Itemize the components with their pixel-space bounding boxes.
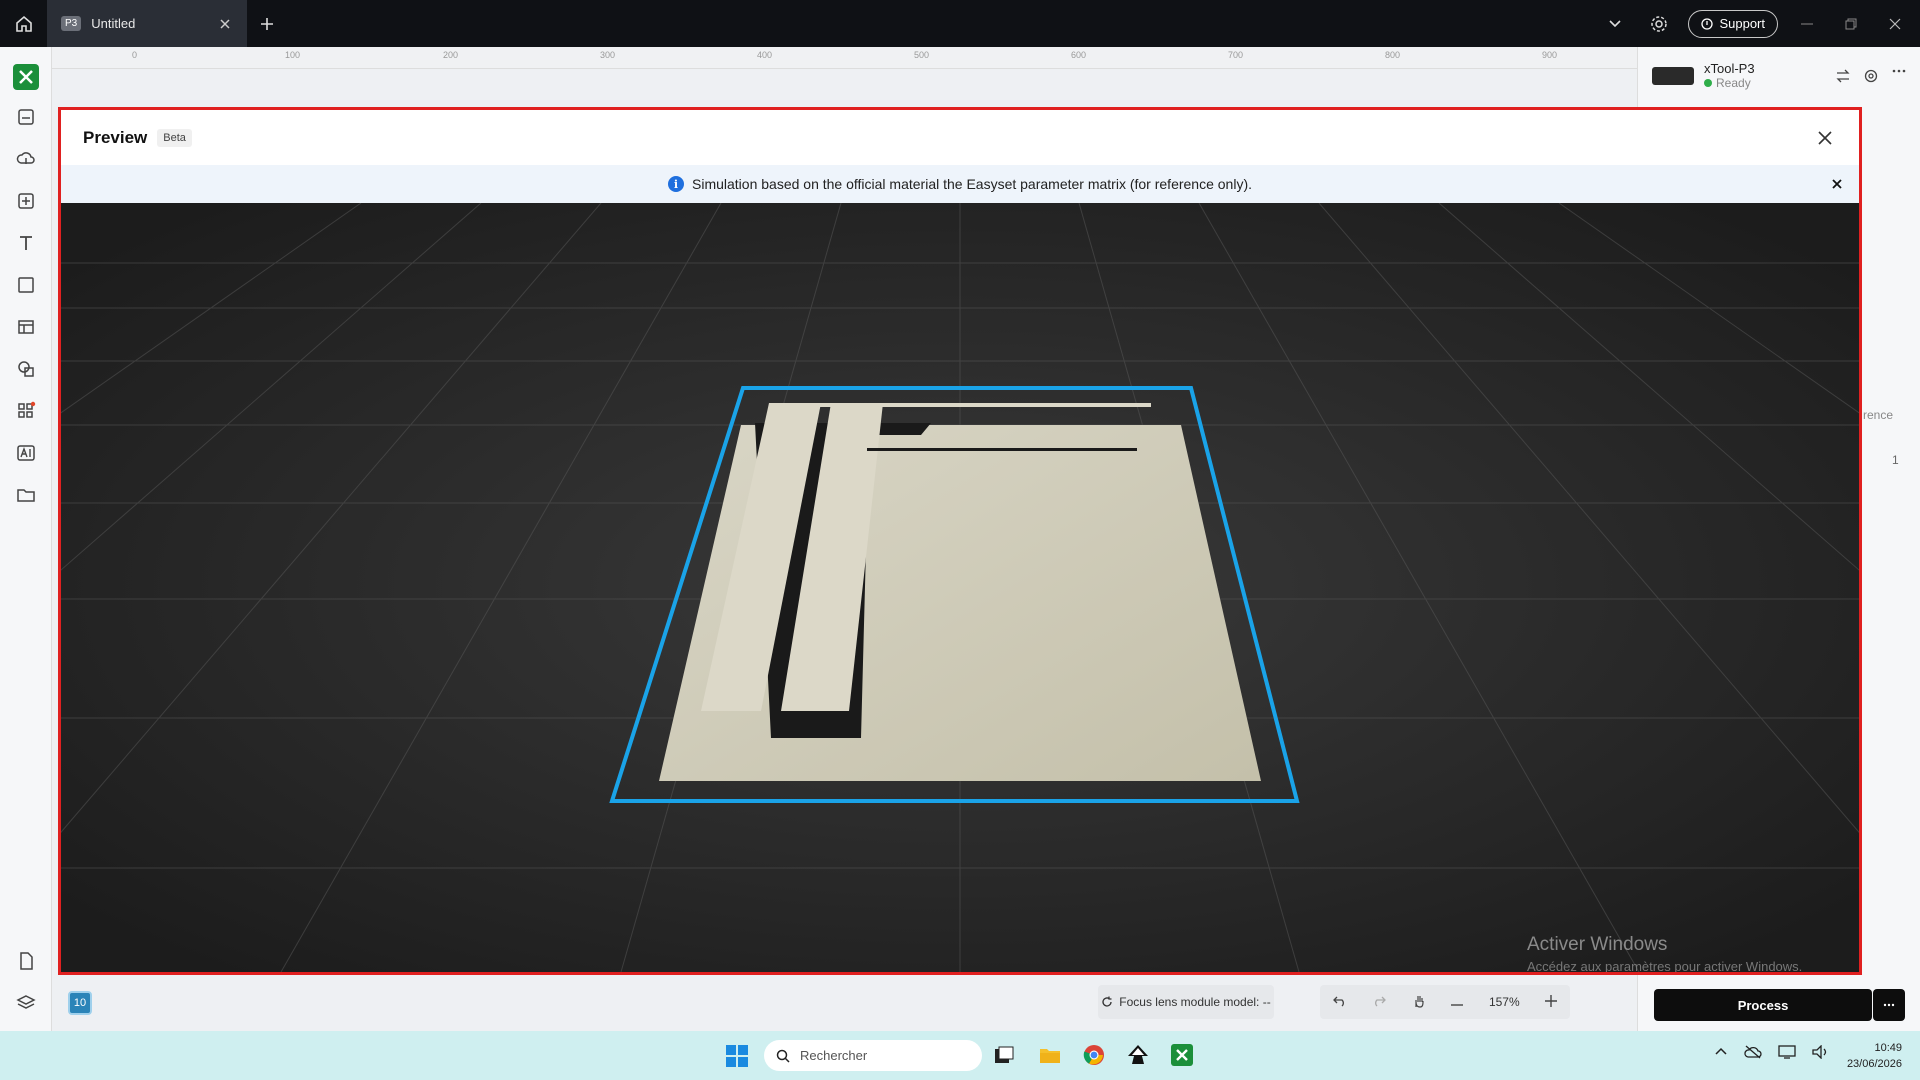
ruler-tick: 500 [914, 50, 930, 60]
ruler-tick: 600 [1071, 50, 1087, 60]
left-toolbar [0, 47, 52, 1031]
more-icon [1883, 1003, 1895, 1007]
dialog-title: Preview [83, 127, 148, 147]
ruler-tick: 900 [1542, 50, 1558, 60]
zoom-out-icon[interactable] [1451, 995, 1464, 1009]
windows-activation-title: Activer Windows [1527, 934, 1668, 955]
search-placeholder: Rechercher [800, 1048, 868, 1063]
clock-time: 10:49 [1874, 1042, 1902, 1054]
task-view-icon[interactable] [992, 1043, 1016, 1067]
document-tab[interactable]: P3 Untitled [47, 0, 247, 47]
ruler-tick: 700 [1228, 50, 1244, 60]
monitor-icon[interactable] [1778, 1045, 1796, 1059]
ruler-tick: 800 [1385, 50, 1401, 60]
close-dialog-icon[interactable] [1813, 126, 1837, 150]
chevron-up-icon[interactable] [1714, 1045, 1728, 1059]
hand-pan-icon[interactable] [1412, 994, 1426, 1011]
panel-count-value: 1 [1892, 453, 1899, 467]
support-label: Support [1719, 16, 1765, 31]
preview-dialog: Preview Beta i Simulation based on the o… [58, 107, 1862, 975]
device-settings-icon[interactable] [1864, 69, 1878, 83]
system-tray [1714, 1045, 1830, 1059]
title-bar: P3 Untitled Support [0, 0, 1920, 47]
close-banner-icon[interactable] [1829, 176, 1845, 192]
text-tool-icon[interactable] [12, 229, 40, 257]
3d-preview-viewport[interactable]: Activer Windows Accédez aux paramètres p… [61, 202, 1859, 974]
close-tab-icon[interactable] [217, 16, 233, 32]
support-icon [1701, 17, 1714, 30]
layout-icon[interactable] [12, 313, 40, 341]
zoom-controls: 157% [1320, 985, 1570, 1019]
ruler-tick: 300 [600, 50, 616, 60]
panel-reference-label: rence [1863, 408, 1894, 422]
top-strip-shadow [867, 448, 1137, 451]
xtool-studio-icon[interactable] [1170, 1043, 1194, 1067]
close-window-icon[interactable] [1880, 9, 1910, 39]
speaker-icon[interactable] [1812, 1045, 1830, 1059]
focus-lens-label: Focus lens module model: -- [1119, 995, 1271, 1009]
device-image [1652, 66, 1694, 85]
cloud-offline-icon[interactable] [1744, 1045, 1762, 1059]
info-banner: i Simulation based on the official mater… [61, 165, 1859, 203]
device-status: Ready [1704, 76, 1755, 90]
top-strip [789, 403, 1151, 407]
tab-title: Untitled [91, 16, 136, 31]
add-tab-icon[interactable] [247, 0, 287, 47]
redo-icon[interactable] [1372, 995, 1387, 1010]
switch-device-icon[interactable] [1836, 69, 1850, 83]
info-icon: i [668, 176, 684, 192]
inkscape-icon[interactable] [1126, 1043, 1150, 1067]
home-icon[interactable] [0, 0, 47, 47]
cloud-upload-icon[interactable] [12, 145, 40, 173]
undo-icon[interactable] [1332, 995, 1347, 1010]
focus-lens-button[interactable]: Focus lens module model: -- [1098, 985, 1274, 1019]
clock-date: 23/06/2026 [1846, 1058, 1902, 1070]
tab-device-badge: P3 [61, 16, 82, 31]
ai-tool-icon[interactable] [12, 439, 40, 467]
ruler-tick: 400 [757, 50, 773, 60]
windows-activation-subtitle: Accédez aux paramètres pour activer Wind… [1527, 959, 1803, 974]
gear-icon[interactable] [1644, 9, 1674, 39]
windows-taskbar: Rechercher 10:49 23/06/2026 [0, 1031, 1920, 1080]
info-banner-text: Simulation based on the official materia… [692, 176, 1252, 192]
shape-tool-icon[interactable] [12, 271, 40, 299]
chevron-down-icon[interactable] [1600, 9, 1630, 39]
chrome-icon[interactable] [1082, 1043, 1106, 1067]
save-icon[interactable] [12, 103, 40, 131]
apps-icon[interactable] [12, 397, 40, 425]
dialog-header: Preview Beta [61, 110, 1859, 165]
support-button[interactable]: Support [1688, 9, 1778, 38]
folder-icon[interactable] [12, 481, 40, 509]
search-icon [776, 1049, 790, 1063]
device-status-label: Ready [1716, 76, 1751, 90]
zoom-level[interactable]: 157% [1489, 995, 1520, 1009]
taskbar-clock[interactable]: 10:49 23/06/2026 [1847, 1040, 1902, 1072]
layers-icon[interactable] [12, 989, 40, 1017]
app-logo-icon [12, 63, 40, 91]
zoom-in-icon[interactable] [1545, 994, 1558, 1010]
refresh-icon [1102, 996, 1112, 1007]
beta-badge: Beta [157, 128, 192, 147]
process-more-button[interactable] [1873, 989, 1905, 1021]
ruler-tick: 100 [285, 50, 301, 60]
shapes-library-icon[interactable] [12, 355, 40, 383]
horizontal-ruler: 0 100 200 300 400 500 600 700 800 900 [52, 47, 1637, 69]
file-explorer-icon[interactable] [1038, 1043, 1062, 1067]
status-dot-icon [1704, 79, 1712, 87]
add-element-icon[interactable] [12, 187, 40, 215]
ruler-tick: 200 [443, 50, 459, 60]
device-selector[interactable]: xTool-P3 Ready [1638, 47, 1920, 104]
taskbar-search-input[interactable]: Rechercher [764, 1040, 982, 1071]
device-name: xTool-P3 [1704, 61, 1755, 76]
minimize-icon[interactable] [1792, 9, 1822, 39]
document-icon[interactable] [12, 947, 40, 975]
windows-start-icon[interactable] [726, 1045, 748, 1067]
restore-icon[interactable] [1836, 9, 1866, 39]
process-button[interactable]: Process [1654, 989, 1872, 1021]
more-icon[interactable] [1892, 69, 1906, 73]
layer-number-chip[interactable]: 10 [68, 991, 92, 1015]
ruler-tick: 0 [132, 50, 138, 60]
